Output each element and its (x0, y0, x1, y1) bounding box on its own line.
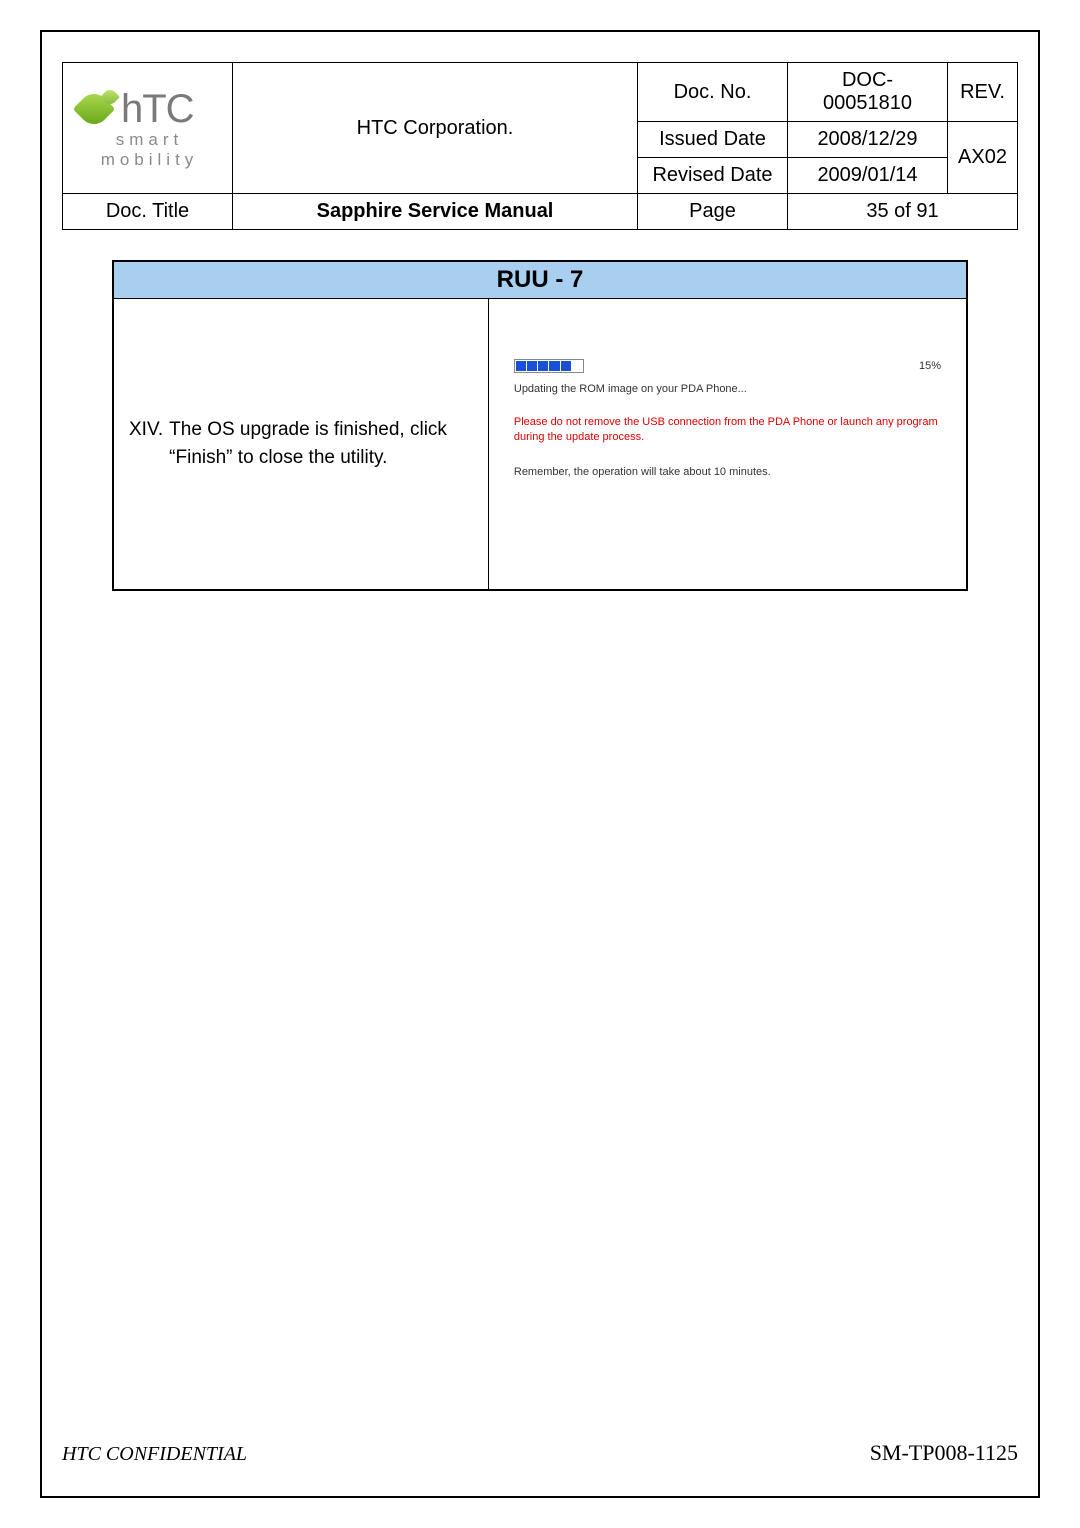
updating-text: Updating the ROM image on your PDA Phone… (514, 383, 941, 395)
rev-value: AX02 (948, 122, 1018, 194)
page-label: Page (638, 194, 788, 230)
instruction-text: The OS upgrade is finished, click “Finis… (169, 416, 473, 473)
page-footer: HTC CONFIDENTIAL SM-TP008-1125 (62, 1440, 1018, 1466)
instruction-number: XIV. (129, 416, 163, 473)
company-name: HTC Corporation. (233, 63, 638, 194)
confidential-label: HTC CONFIDENTIAL (62, 1443, 247, 1466)
ruu-title: RUU - 7 (114, 262, 966, 299)
header-table: hTC smart mobility HTC Corporation. Doc.… (62, 62, 1018, 230)
leaf-icon (77, 92, 111, 126)
remember-text: Remember, the operation will take about … (514, 466, 941, 478)
page-value: 35 of 91 (788, 194, 1018, 230)
logo-text: hTC (121, 87, 194, 132)
issued-date-value: 2008/12/29 (788, 122, 948, 158)
htc-logo: hTC smart mobility (73, 87, 222, 170)
revised-date-value: 2009/01/14 (788, 158, 948, 194)
doc-title-value: Sapphire Service Manual (233, 194, 638, 230)
rev-label: REV. (948, 63, 1018, 122)
progress-bar (514, 359, 584, 373)
issued-date-label: Issued Date (638, 122, 788, 158)
document-code: SM-TP008-1125 (870, 1440, 1018, 1466)
doc-title-label: Doc. Title (63, 194, 233, 230)
ruu-screenshot-cell: 15% Updating the ROM image on your PDA P… (489, 299, 966, 589)
logo-subtext: smart mobility (77, 130, 222, 170)
progress-percent: 15% (919, 360, 941, 372)
page-frame: hTC smart mobility HTC Corporation. Doc.… (40, 30, 1040, 1498)
warning-text: Please do not remove the USB connection … (514, 415, 941, 446)
doc-no-value: DOC-00051810 (788, 63, 948, 122)
revised-date-label: Revised Date (638, 158, 788, 194)
doc-no-label: Doc. No. (638, 63, 788, 122)
ruu-section: RUU - 7 XIV. The OS upgrade is finished,… (112, 260, 968, 591)
ruu-instruction-cell: XIV. The OS upgrade is finished, click “… (114, 299, 489, 589)
logo-cell: hTC smart mobility (63, 63, 233, 194)
